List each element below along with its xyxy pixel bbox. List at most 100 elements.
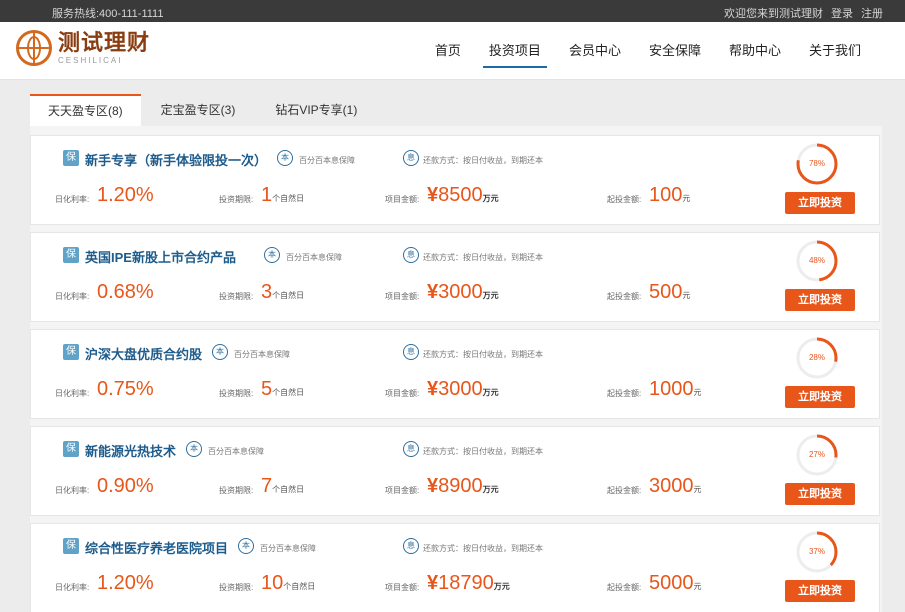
principal-icon: 本 — [264, 247, 280, 263]
amount-label: 项目金额: — [385, 292, 420, 301]
product-title[interactable]: 沪深大盘优质合约股 — [85, 344, 202, 363]
daily-rate-label: 日化利率: — [55, 195, 90, 204]
site-logo[interactable]: 测试理财 CESHILICAI — [16, 30, 150, 66]
guarantee-text: 百分百本息保障 — [234, 350, 290, 359]
guarantee-badge: 保 — [63, 441, 79, 457]
product-card: 保新能源光热技术本百分百本息保障 息还款方式：按日付收益，到期还本 日化利率: 0.9… — [30, 426, 880, 516]
amount-label: 项目金额: — [385, 389, 420, 398]
repayment-icon: 息 — [403, 344, 419, 360]
tab-diamond-vip[interactable]: 钻石VIP专享(1) — [255, 94, 377, 126]
yen-symbol: ¥ — [427, 475, 439, 497]
tab-tiantianying[interactable]: 天天盈专区(8) — [30, 94, 141, 126]
yen-symbol: ¥ — [427, 281, 439, 303]
min-invest-unit: 元 — [693, 485, 702, 494]
product-card: 保综合性医疗养老医院项目本百分百本息保障 息还款方式：按日付收益，到期还本 日化利率… — [30, 523, 880, 612]
repayment-icon: 息 — [403, 150, 419, 166]
period-unit: 个自然日 — [272, 485, 305, 494]
amount-value: 8500 — [438, 184, 483, 206]
progress-ring: 78% — [795, 142, 839, 186]
nav-about-us[interactable]: 关于我们 — [795, 22, 875, 80]
amount-unit: 万元 — [482, 291, 499, 300]
daily-rate-label: 日化利率: — [55, 486, 90, 495]
welcome-text: 欢迎您来到测试理财 — [724, 8, 823, 20]
principal-icon: 本 — [238, 538, 254, 554]
period-label: 投资期限: — [219, 195, 254, 204]
period-days: 3 — [261, 281, 273, 303]
product-title[interactable]: 英国IPE新股上市合约产品 — [85, 247, 236, 266]
logo-subtitle: CESHILICAI — [58, 55, 123, 65]
period-days: 10 — [261, 572, 284, 594]
yen-symbol: ¥ — [427, 378, 439, 400]
period-label: 投资期限: — [219, 292, 254, 301]
period-days: 1 — [261, 184, 273, 206]
amount-unit: 万元 — [482, 485, 499, 494]
guarantee-badge: 保 — [63, 150, 79, 166]
site-header: 测试理财 CESHILICAI 首页 投资项目 会员中心 安全保障 帮助中心 关… — [0, 22, 905, 80]
period-unit: 个自然日 — [272, 194, 305, 203]
min-invest-label: 起投金额: — [607, 195, 642, 204]
main-nav: 首页 投资项目 会员中心 安全保障 帮助中心 关于我们 — [421, 22, 875, 80]
progress-percent: 78% — [808, 159, 825, 168]
progress-percent: 28% — [808, 353, 825, 362]
nav-security[interactable]: 安全保障 — [635, 22, 715, 80]
period-unit: 个自然日 — [272, 291, 305, 300]
daily-rate-label: 日化利率: — [55, 389, 90, 398]
product-tabs: 天天盈专区(8) 定宝盈专区(3) 钻石VIP专享(1) — [30, 94, 882, 126]
amount-label: 项目金额: — [385, 583, 420, 592]
nav-help-center[interactable]: 帮助中心 — [715, 22, 795, 80]
period-label: 投资期限: — [219, 389, 254, 398]
min-invest-label: 起投金额: — [607, 292, 642, 301]
daily-rate-value: 1.20% — [97, 184, 154, 206]
invest-now-button[interactable]: 立即投资 — [785, 483, 855, 505]
amount-unit: 万元 — [482, 194, 499, 203]
yen-symbol: ¥ — [427, 572, 439, 594]
product-title[interactable]: 新能源光热技术 — [85, 441, 176, 460]
repayment-text: 还款方式：按日付收益，到期还本 — [423, 447, 543, 456]
repayment-text: 还款方式：按日付收益，到期还本 — [423, 253, 543, 262]
product-title[interactable]: 综合性医疗养老医院项目 — [85, 538, 228, 557]
invest-now-button[interactable]: 立即投资 — [785, 580, 855, 602]
min-invest-label: 起投金额: — [607, 583, 642, 592]
principal-icon: 本 — [212, 344, 228, 360]
min-invest-label: 起投金额: — [607, 389, 642, 398]
repayment-text: 还款方式：按日付收益，到期还本 — [423, 350, 543, 359]
invest-now-button[interactable]: 立即投资 — [785, 289, 855, 311]
daily-rate-value: 1.20% — [97, 572, 154, 594]
nav-investment-projects[interactable]: 投资项目 — [475, 22, 555, 80]
amount-unit: 万元 — [482, 388, 499, 397]
min-invest-unit: 元 — [682, 194, 691, 203]
principal-icon: 本 — [186, 441, 202, 457]
daily-rate-label: 日化利率: — [55, 292, 90, 301]
min-invest-value: 3000 — [649, 475, 694, 497]
amount-value: 3000 — [438, 378, 483, 400]
progress-percent: 27% — [808, 450, 825, 459]
product-title[interactable]: 新手专享（新手体验限投一次） — [85, 150, 267, 169]
repayment-icon: 息 — [403, 538, 419, 554]
guarantee-badge: 保 — [63, 538, 79, 554]
amount-value: 18790 — [438, 572, 494, 594]
amount-label: 项目金额: — [385, 195, 420, 204]
period-unit: 个自然日 — [272, 388, 305, 397]
min-invest-value: 500 — [649, 281, 683, 303]
globe-icon — [16, 30, 52, 66]
amount-value: 8900 — [438, 475, 483, 497]
invest-now-button[interactable]: 立即投资 — [785, 386, 855, 408]
guarantee-text: 百分百本息保障 — [286, 253, 342, 262]
min-invest-unit: 元 — [682, 291, 691, 300]
repayment-icon: 息 — [403, 441, 419, 457]
invest-now-button[interactable]: 立即投资 — [785, 192, 855, 214]
login-link[interactable]: 登录 — [831, 5, 853, 21]
min-invest-value: 100 — [649, 184, 683, 206]
progress-ring: 48% — [795, 239, 839, 283]
nav-home[interactable]: 首页 — [421, 22, 475, 80]
daily-rate-value: 0.90% — [97, 475, 154, 497]
period-days: 7 — [261, 475, 273, 497]
tab-dingbaoying[interactable]: 定宝盈专区(3) — [141, 94, 256, 126]
product-card: 保沪深大盘优质合约股本百分百本息保障 息还款方式：按日付收益，到期还本 日化利率: 0… — [30, 329, 880, 419]
period-days: 5 — [261, 378, 273, 400]
daily-rate-value: 0.68% — [97, 281, 154, 303]
min-invest-unit: 元 — [693, 582, 702, 591]
register-link[interactable]: 注册 — [861, 5, 883, 21]
nav-member-center[interactable]: 会员中心 — [555, 22, 635, 80]
yen-symbol: ¥ — [427, 184, 439, 206]
